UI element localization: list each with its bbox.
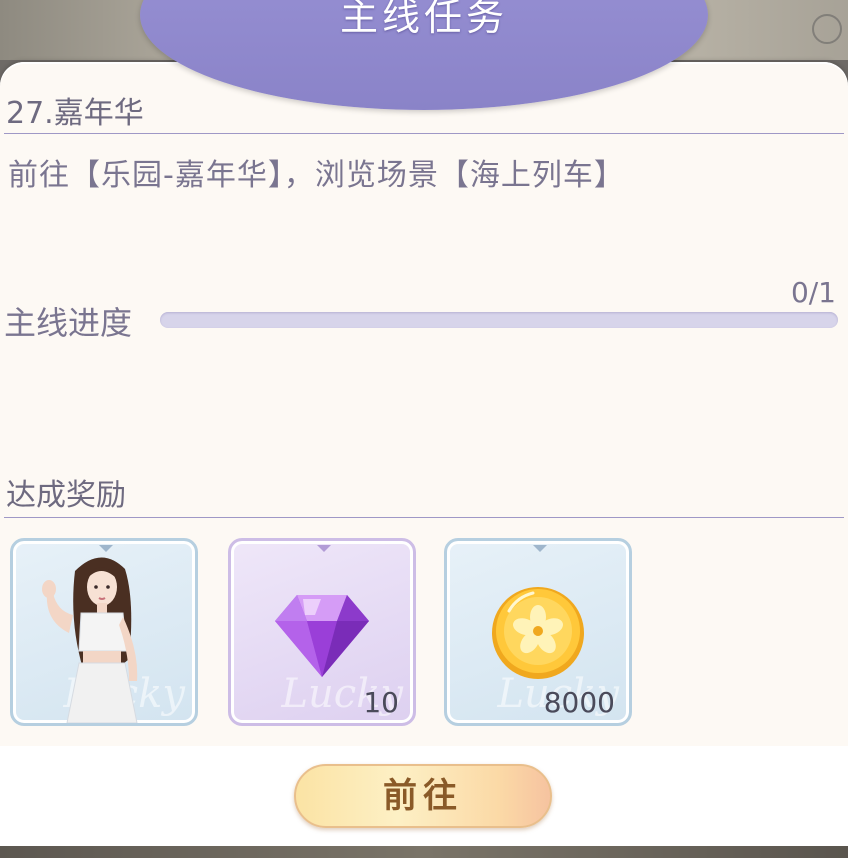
game-scene-background-bottom <box>0 846 848 858</box>
reward-item-outfit[interactable]: Lucky <box>10 538 198 726</box>
progress-label: 主线进度 <box>4 304 133 342</box>
reward-quantity: 10 <box>363 686 399 719</box>
reward-quantity: 8000 <box>543 686 615 719</box>
outfit-character-icon <box>42 557 138 723</box>
progress-bar <box>160 312 838 328</box>
reward-item-diamond[interactable]: Lucky 10 <box>228 538 416 726</box>
progress-count: 0/1 <box>790 276 836 309</box>
rewards-divider <box>4 517 844 518</box>
rewards-label: 达成奖励 <box>6 478 126 513</box>
task-title: 27.嘉年华 <box>6 96 144 131</box>
reward-item-gold-coin[interactable]: Lucky 8000 <box>444 538 632 726</box>
task-description: 前往【乐园-嘉年华】，浏览场景【海上列车】 <box>8 158 625 193</box>
go-button[interactable]: 前往 <box>294 764 552 828</box>
task-title-divider <box>4 133 844 134</box>
page-title: 主线任务 <box>339 0 508 39</box>
